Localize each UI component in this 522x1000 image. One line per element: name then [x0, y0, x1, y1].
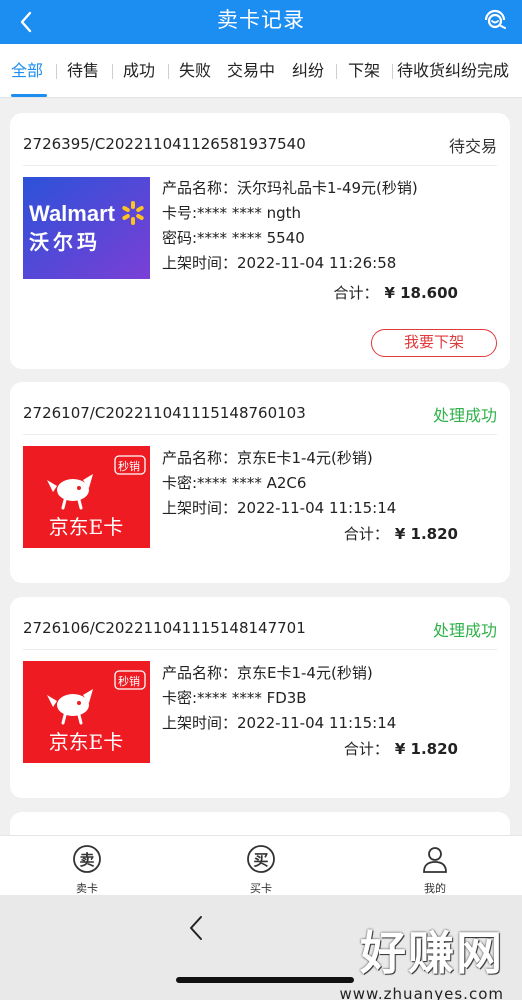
- tab-divider: [112, 64, 113, 79]
- system-back-icon: [190, 916, 202, 940]
- status-badge: 处理成功: [432, 406, 497, 425]
- order-number: 2726107/C202211041115148760103: [23, 404, 306, 422]
- tab-divider: [336, 64, 337, 79]
- total-amount: 合计： ¥ 1.820: [344, 523, 458, 544]
- jd-ecard-image: 秒销 京东E卡: [23, 661, 150, 763]
- total-label: 合计：: [343, 740, 389, 758]
- card-password: 卡密:**** **** A2C6: [162, 474, 307, 492]
- tab-all[interactable]: 全部: [11, 44, 43, 98]
- walmart-card-image: Walmart 沃尔玛: [23, 177, 150, 279]
- buy-icon-glyph: 买: [253, 851, 268, 869]
- total-label: 合计：: [333, 284, 379, 302]
- record-card[interactable]: 2726106/C202211041115148147701 处理成功 秒销 京…: [10, 597, 510, 798]
- nav-label: 我的: [424, 882, 446, 895]
- tab-failed[interactable]: 失败: [179, 44, 211, 98]
- tab-delisted[interactable]: 下架: [348, 44, 380, 98]
- jd-ecard-text: 京东E卡: [49, 515, 124, 539]
- user-icon: [423, 847, 447, 873]
- total-value: ¥ 1.820: [394, 740, 458, 758]
- status-tabs: 全部 待售 成功 失败 交易中 纠纷 下架 待收货纠纷完成: [0, 44, 522, 98]
- listed-time: 上架时间：2022-11-04 11:26:58: [162, 254, 397, 272]
- home-indicator[interactable]: [176, 977, 354, 983]
- card-divider: [23, 434, 497, 435]
- listed-time: 上架时间：2022-11-04 11:15:14: [162, 714, 397, 732]
- card-divider: [23, 165, 497, 166]
- customer-service-icon: [484, 9, 506, 29]
- product-name: 产品名称：沃尔玛礼品卡1-49元(秒销): [162, 179, 418, 197]
- card-divider: [23, 649, 497, 650]
- tab-divider: [168, 64, 169, 79]
- sell-icon-glyph: 卖: [79, 851, 94, 869]
- order-number: 2726106/C202211041115148147701: [23, 619, 306, 637]
- delist-button[interactable]: 我要下架: [371, 329, 497, 357]
- jd-ecard-text: 京东E卡: [49, 730, 124, 754]
- app-header: 卖卡记录: [0, 0, 522, 44]
- total-amount: 合计： ¥ 18.600: [333, 282, 458, 303]
- watermark-url: www.zhuanyes.com: [339, 985, 504, 1000]
- active-tab-indicator: [11, 94, 47, 97]
- site-watermark: 好赚网 www.zhuanyes.com: [339, 917, 504, 1000]
- nav-buy-card[interactable]: 买 买卡: [231, 844, 291, 896]
- record-info: 产品名称：京东E卡1-4元(秒销) 卡密:**** **** FD3B 上架时间…: [162, 661, 396, 736]
- nav-label: 买卡: [250, 882, 272, 895]
- tab-pending-sale[interactable]: 待售: [67, 44, 99, 98]
- tab-trading[interactable]: 交易中: [227, 44, 275, 98]
- product-name: 产品名称：京东E卡1-4元(秒销): [162, 664, 373, 682]
- record-card[interactable]: 2726395/C20221104112658193754​0 待交易 Walm…: [10, 113, 510, 369]
- tab-receipt-dispute-done[interactable]: 待收货纠纷完成: [397, 44, 509, 98]
- record-card[interactable]: 2726107/C202211041115148760103 处理成功 秒销 京…: [10, 382, 510, 583]
- bottom-nav: 卖 卖卡 买 买卡 我的: [0, 835, 522, 895]
- jd-tag-text: 秒销: [118, 674, 140, 688]
- jd-tag-text: 秒销: [118, 459, 140, 473]
- walmart-cn-text: 沃尔玛: [29, 230, 101, 254]
- record-info: 产品名称：京东E卡1-4元(秒销) 卡密:**** **** A2C6 上架时间…: [162, 446, 396, 521]
- nav-label: 卖卡: [76, 882, 98, 895]
- tab-divider: [392, 64, 393, 79]
- nav-mine[interactable]: 我的: [405, 844, 465, 896]
- product-name: 产品名称：京东E卡1-4元(秒销): [162, 449, 373, 467]
- order-number: 2726395/C20221104112658193754​0: [23, 135, 306, 153]
- total-amount: 合计： ¥ 1.820: [344, 738, 458, 759]
- total-label: 合计：: [343, 525, 389, 543]
- page-title: 卖卡记录: [217, 8, 305, 32]
- customer-service-button[interactable]: [480, 4, 510, 34]
- tab-divider: [56, 64, 57, 79]
- sell-icon: 卖: [73, 845, 101, 873]
- total-value: ¥ 1.820: [394, 525, 458, 543]
- status-badge: 处理成功: [432, 621, 497, 640]
- tab-dispute[interactable]: 纠纷: [292, 44, 324, 98]
- tab-success[interactable]: 成功: [123, 44, 155, 98]
- record-info: 产品名称：沃尔玛礼品卡1-49元(秒销) 卡号:**** **** ngth 密…: [162, 176, 418, 276]
- status-badge: 待交易: [448, 137, 497, 156]
- watermark-logo: 好赚网: [360, 926, 504, 980]
- card-password: 密码:**** **** 5540: [162, 229, 305, 247]
- system-back-button[interactable]: [186, 913, 206, 947]
- jd-ecard-image: 秒销 京东E卡: [23, 446, 150, 548]
- buy-icon: 买: [247, 845, 275, 873]
- listed-time: 上架时间：2022-11-04 11:15:14: [162, 499, 397, 517]
- walmart-logo-text: Walmart: [29, 201, 116, 226]
- nav-sell-card[interactable]: 卖 卖卡: [57, 844, 117, 896]
- total-value: ¥ 18.600: [384, 284, 458, 302]
- system-nav-bar: 好赚网 www.zhuanyes.com: [0, 895, 522, 1000]
- card-password: 卡密:**** **** FD3B: [162, 689, 307, 707]
- card-number: 卡号:**** **** ngth: [162, 204, 302, 222]
